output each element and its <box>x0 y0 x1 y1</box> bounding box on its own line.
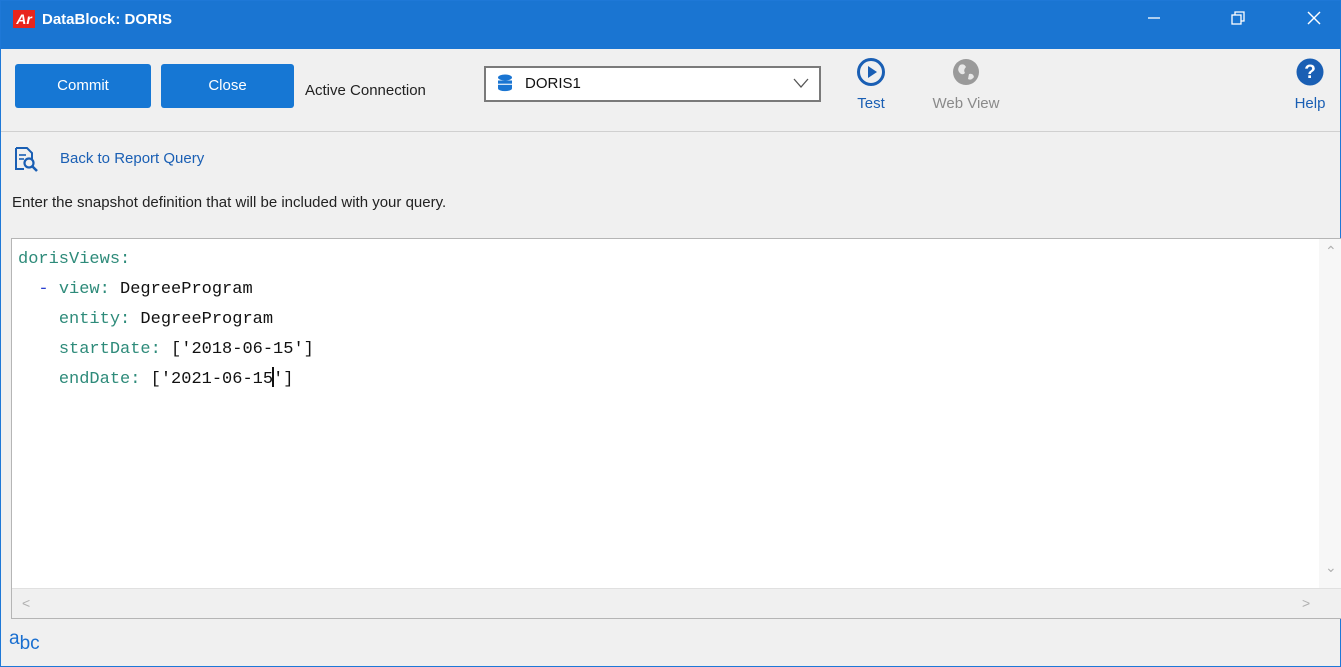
code-line: startDate: ['2018-06-15'] <box>18 335 1322 365</box>
scroll-up-icon[interactable]: ⌃ <box>1325 243 1337 260</box>
code-area[interactable]: dorisViews: - view: DegreeProgram entity… <box>12 239 1322 590</box>
horizontal-scrollbar[interactable]: < > <box>12 588 1341 618</box>
connection-value: DORIS1 <box>525 75 581 92</box>
vertical-scrollbar[interactable]: ⌃ ⌄ <box>1319 239 1341 590</box>
spellcheck-icon[interactable]: abc <box>9 628 40 655</box>
scroll-right-icon[interactable]: > <box>1302 595 1310 611</box>
yaml-value: DegreeProgram <box>109 280 253 299</box>
database-icon <box>498 74 512 92</box>
chevron-down-icon <box>793 78 809 88</box>
code-line: endDate: ['2021-06-15'] <box>18 365 1322 395</box>
active-connection-select[interactable]: DORIS1 <box>484 66 821 102</box>
test-label: Test <box>857 95 885 112</box>
yaml-key: entity: <box>58 310 131 329</box>
yaml-key: dorisViews: <box>18 250 131 269</box>
minimize-icon <box>1148 17 1160 19</box>
test-button[interactable]: Test <box>847 57 895 112</box>
minimize-button[interactable] <box>1131 1 1177 39</box>
code-line: dorisViews: <box>18 245 1322 275</box>
code-line: - view: DegreeProgram <box>18 275 1322 305</box>
yaml-key: endDate: <box>58 370 141 389</box>
yaml-value: ['2021-06-15 <box>140 370 274 389</box>
svg-text:?: ? <box>1304 62 1316 83</box>
restore-icon <box>1231 11 1245 25</box>
commit-button[interactable]: Commit <box>15 64 151 108</box>
yaml-key: view: <box>58 280 110 299</box>
datablock-window: Ar DataBlock: DORIS Commit Close Active … <box>0 0 1341 667</box>
yaml-value: DegreeProgram <box>130 310 274 329</box>
scroll-down-icon[interactable]: ⌄ <box>1325 559 1337 576</box>
back-to-report-query-label: Back to Report Query <box>60 150 205 167</box>
yaml-value: '] <box>273 370 294 389</box>
title-bar: Ar DataBlock: DORIS <box>1 1 1340 49</box>
close-icon <box>1307 11 1321 25</box>
instructions-text: Enter the snapshot definition that will … <box>12 194 447 211</box>
window-title: DataBlock: DORIS <box>42 11 173 28</box>
restore-button[interactable] <box>1215 1 1261 39</box>
help-icon: ? <box>1296 58 1324 86</box>
yaml-key: startDate: <box>58 340 161 359</box>
help-button[interactable]: ? Help <box>1285 57 1335 112</box>
active-connection-label: Active Connection <box>305 82 426 99</box>
globe-icon <box>953 59 979 85</box>
yaml-list-dash: - <box>38 280 59 299</box>
document-search-icon <box>15 147 38 172</box>
app-logo-icon: Ar <box>13 10 35 28</box>
web-view-button[interactable]: Web View <box>921 57 1011 112</box>
snapshot-definition-editor[interactable]: dorisViews: - view: DegreeProgram entity… <box>11 238 1341 619</box>
play-icon <box>857 58 885 86</box>
yaml-value: ['2018-06-15'] <box>160 340 314 359</box>
scroll-left-icon[interactable]: < <box>22 595 30 611</box>
web-view-label: Web View <box>932 95 1000 112</box>
code-line: entity: DegreeProgram <box>18 305 1322 335</box>
close-button[interactable]: Close <box>161 64 294 108</box>
close-window-button[interactable] <box>1291 1 1337 39</box>
help-label: Help <box>1294 95 1326 112</box>
toolbar: Commit Close Active Connection DORIS1 Te… <box>1 49 1340 132</box>
